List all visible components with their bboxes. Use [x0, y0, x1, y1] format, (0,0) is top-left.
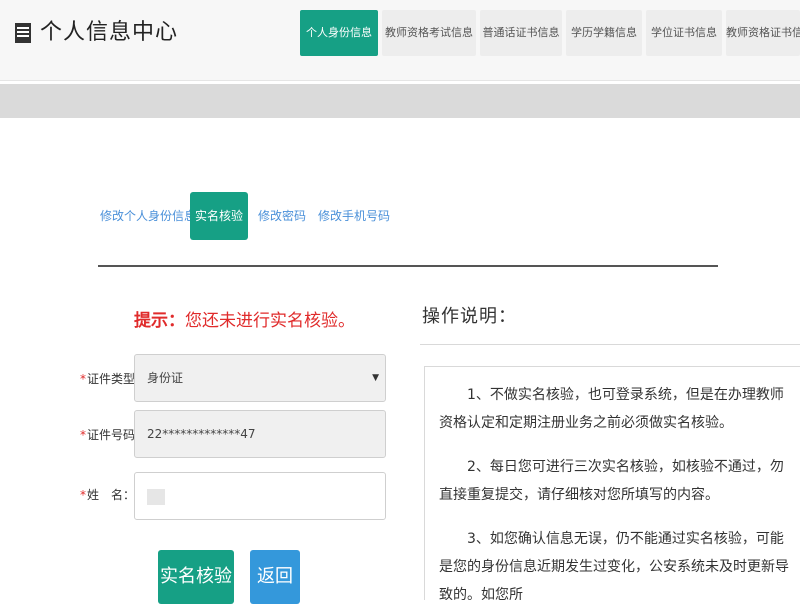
hint-message: 您还未进行实名核验。	[185, 311, 355, 331]
instructions-panel: 1、不做实名核验，也可登录系统，但是在办理教师资格认定和定期注册业务之前必须做实…	[424, 366, 800, 600]
instructions-divider	[420, 344, 800, 345]
tab-teacher-exam[interactable]: 教师资格考试信息	[382, 10, 476, 56]
top-header: 个人信息中心 个人身份信息 教师资格考试信息 普通话证书信息 学历学籍信息 学位…	[0, 0, 800, 81]
tab-teacher-certificate[interactable]: 教师资格证书信息	[726, 10, 800, 56]
required-mark: *	[80, 488, 86, 502]
name-field[interactable]	[134, 472, 386, 520]
subnav-real-name-verify[interactable]: 实名核验	[190, 192, 248, 240]
document-icon	[15, 23, 31, 43]
id-type-select[interactable]: 身份证 ▼	[134, 354, 386, 402]
instruction-item: 3、如您确认信息无误，仍不能通过实名核验，可能是您的身份信息近期发生过变化，公安…	[439, 531, 789, 600]
required-mark: *	[80, 372, 86, 386]
chevron-down-icon: ▼	[372, 373, 379, 383]
header-band	[0, 84, 800, 118]
instructions-title: 操作说明：	[422, 306, 517, 327]
id-number-value: 22*************47	[147, 427, 256, 441]
hint-prefix: 提示：	[134, 311, 185, 331]
instruction-item: 1、不做实名核验，也可登录系统，但是在办理教师资格认定和定期注册业务之前必须做实…	[439, 387, 784, 431]
id-number-field[interactable]: 22*************47	[134, 410, 386, 458]
name-label: *姓 名：	[80, 488, 136, 502]
tab-degree-certificate[interactable]: 学位证书信息	[646, 10, 722, 56]
subnav-edit-identity[interactable]: 修改个人身份信息	[100, 192, 196, 240]
id-type-value: 身份证	[147, 371, 184, 385]
required-mark: *	[80, 428, 86, 442]
subnav-change-phone[interactable]: 修改手机号码	[318, 192, 390, 240]
verification-hint: 提示：您还未进行实名核验。	[134, 306, 355, 331]
tab-personal-identity[interactable]: 个人身份信息	[300, 10, 378, 56]
instruction-item: 2、每日您可进行三次实名核验，如核验不通过，勿直接重复提交，请仔细核对您所填写的…	[439, 459, 784, 503]
subnav-change-password[interactable]: 修改密码	[258, 192, 306, 240]
back-button[interactable]: 返回	[250, 550, 300, 604]
tab-education-record[interactable]: 学历学籍信息	[566, 10, 642, 56]
redacted-name	[147, 488, 165, 505]
page-title: 个人信息中心	[40, 20, 179, 45]
real-name-verify-button[interactable]: 实名核验	[158, 550, 234, 604]
section-divider	[98, 265, 718, 267]
tab-mandarin-certificate[interactable]: 普通话证书信息	[480, 10, 562, 56]
